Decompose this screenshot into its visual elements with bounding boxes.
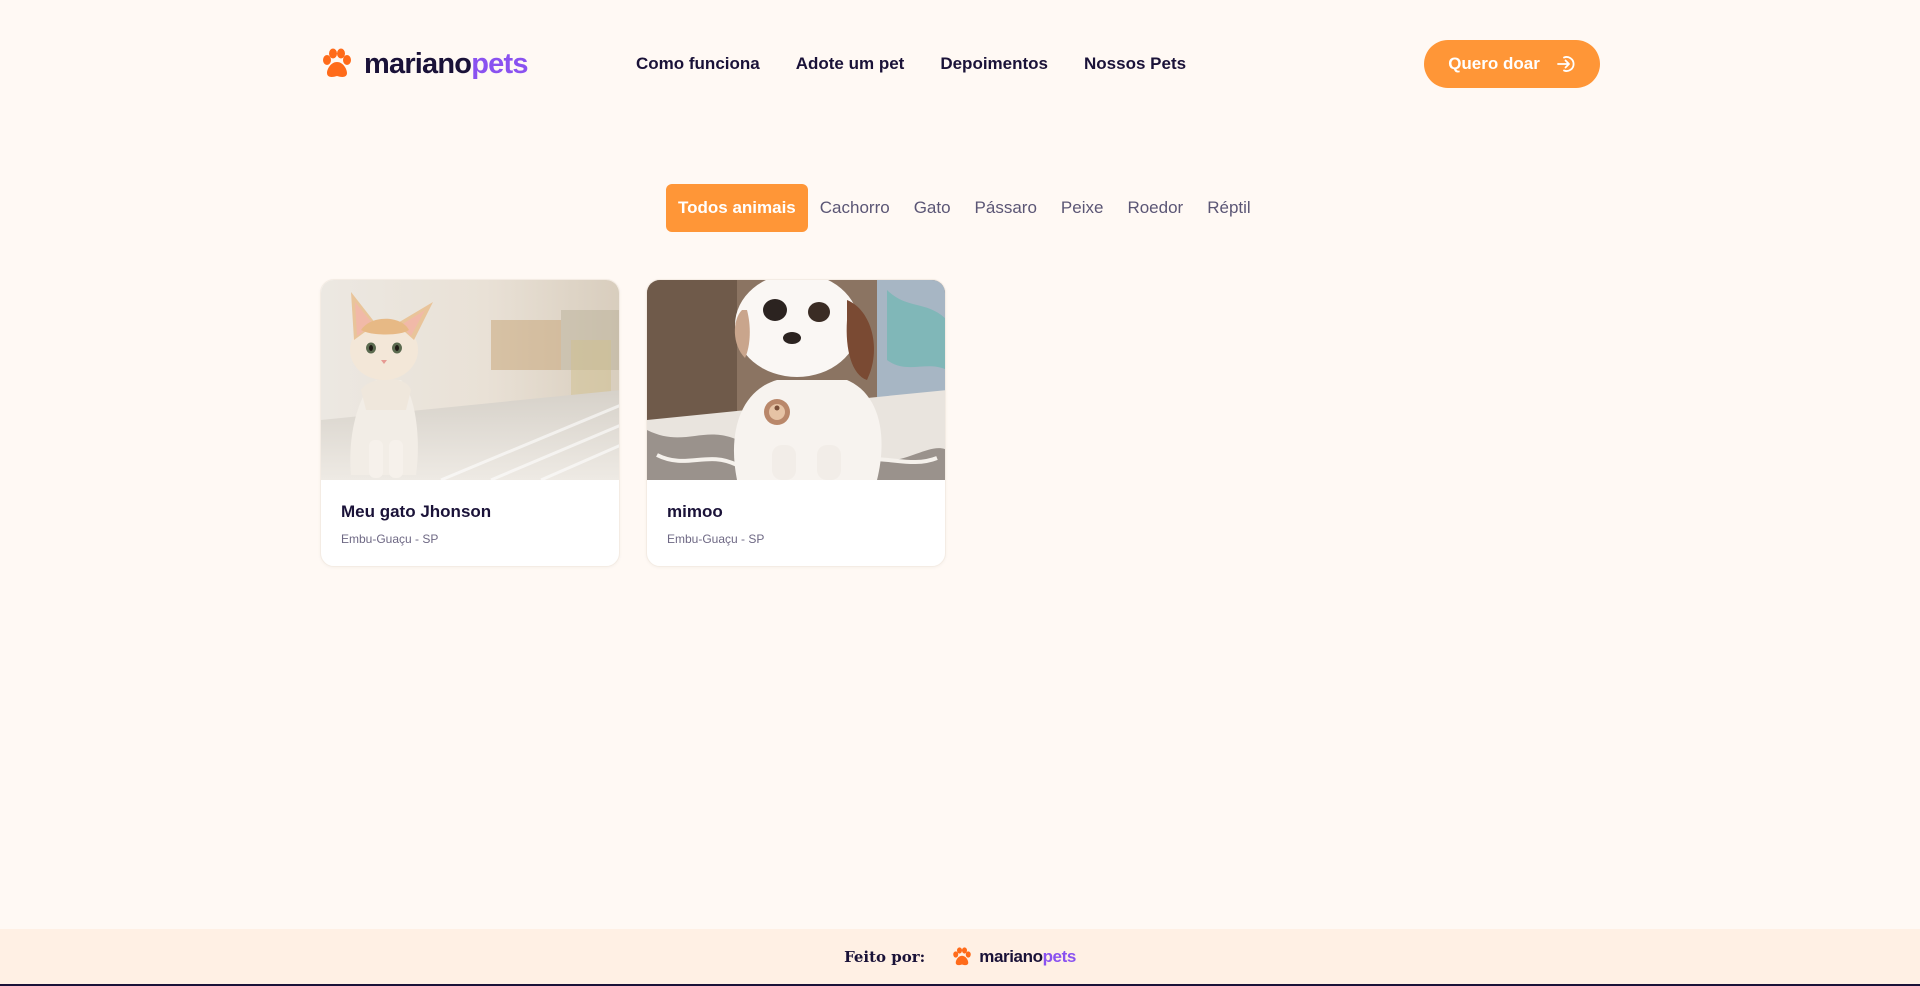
filter-roedor[interactable]: Roedor	[1115, 184, 1195, 232]
donate-button[interactable]: Quero doar	[1424, 40, 1600, 88]
dog-photo	[647, 280, 945, 480]
nav-link-como-funciona[interactable]: Como funciona	[636, 54, 760, 74]
filter-peixe[interactable]: Peixe	[1049, 184, 1116, 232]
pet-card-info: mimoo Embu-Guaçu - SP	[647, 480, 945, 546]
filter-todos-animais[interactable]: Todos animais	[666, 184, 808, 232]
pet-location: Embu-Guaçu - SP	[667, 532, 765, 546]
logo-text: marianopets	[364, 47, 528, 80]
paw-icon	[323, 48, 351, 77]
nav-link-depoimentos[interactable]: Depoimentos	[940, 54, 1048, 74]
filter-cachorro[interactable]: Cachorro	[808, 184, 902, 232]
filter-passaro[interactable]: Pássaro	[963, 184, 1049, 232]
main-nav: Como funciona Adote um pet Depoimentos N…	[636, 40, 1222, 88]
donate-button-label: Quero doar	[1448, 54, 1540, 73]
nav-link-nossos-pets[interactable]: Nossos Pets	[1084, 54, 1186, 74]
animal-filter-tabs: Todos animais Cachorro Gato Pássaro Peix…	[666, 184, 1263, 232]
filter-gato[interactable]: Gato	[902, 184, 963, 232]
pet-card-list: Meu gato Jhonson Embu-Guaçu - SP mimoo E…	[320, 279, 972, 567]
footer-made-by: Feito por:	[844, 947, 926, 966]
enter-arrow-icon	[1556, 56, 1575, 72]
site-header: marianopets Como funciona Adote um pet D…	[320, 40, 1600, 88]
pet-card[interactable]: mimoo Embu-Guaçu - SP	[646, 279, 946, 567]
nav-link-adote-um-pet[interactable]: Adote um pet	[796, 54, 905, 74]
pet-card-info: Meu gato Jhonson Embu-Guaçu - SP	[321, 480, 619, 546]
site-logo[interactable]: marianopets	[320, 46, 528, 82]
footer-logo-text: marianopets	[979, 946, 1076, 966]
pet-name: mimoo	[667, 502, 723, 521]
footer-logo[interactable]: marianopets	[951, 947, 1076, 967]
kitten-photo	[321, 280, 619, 480]
pet-name: Meu gato Jhonson	[341, 502, 492, 521]
pet-card[interactable]: Meu gato Jhonson Embu-Guaçu - SP	[320, 279, 620, 567]
site-footer: Feito por: marianopets	[0, 929, 1920, 986]
pet-location: Embu-Guaçu - SP	[341, 532, 439, 546]
filter-reptil[interactable]: Réptil	[1195, 184, 1262, 232]
paw-icon	[953, 946, 971, 965]
